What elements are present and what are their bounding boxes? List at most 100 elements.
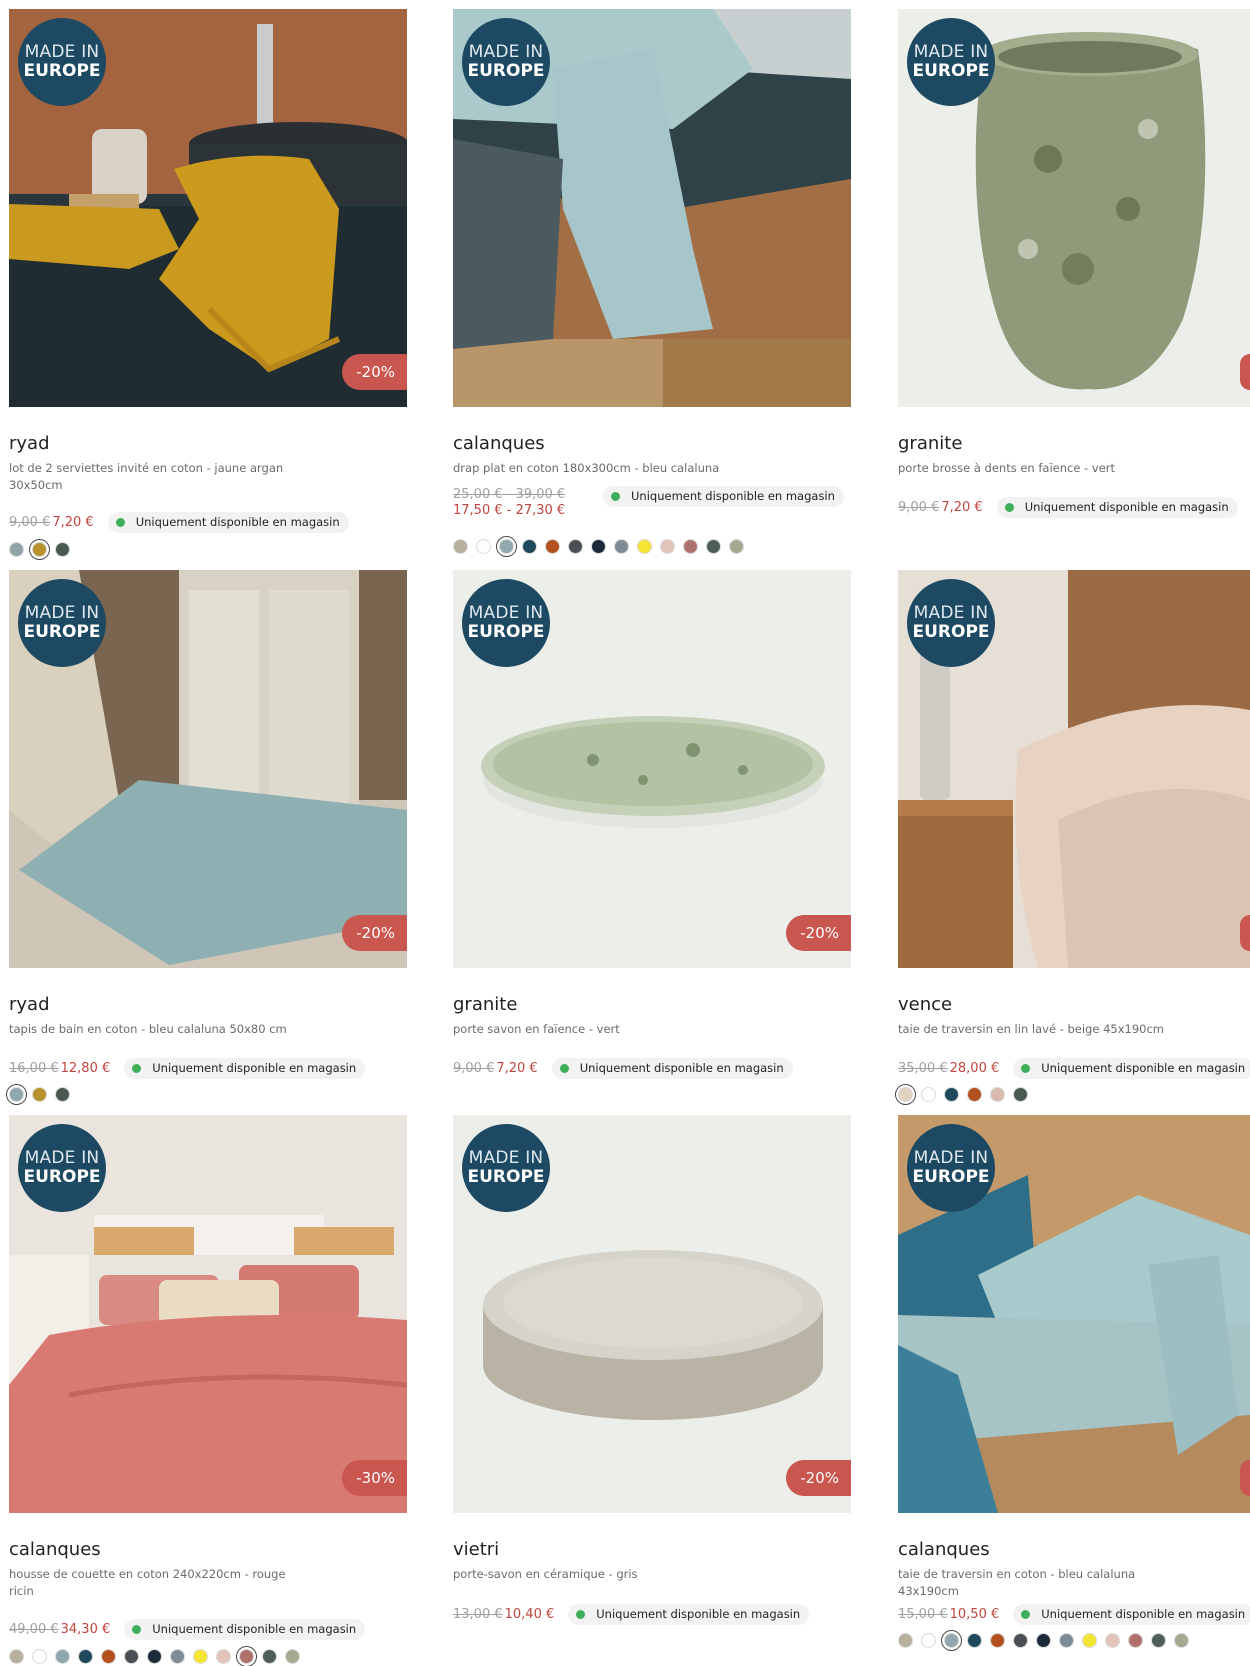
color-swatch[interactable] — [1013, 1633, 1028, 1648]
color-swatch[interactable] — [967, 1633, 982, 1648]
color-swatch[interactable] — [522, 539, 537, 554]
badge-line1: MADE IN — [913, 603, 989, 623]
status-dot-icon — [132, 1625, 142, 1634]
color-swatch[interactable] — [9, 1087, 24, 1102]
availability-text: Uniquement disponible en magasin — [1041, 1607, 1246, 1621]
color-swatch[interactable] — [239, 1649, 254, 1664]
color-swatch[interactable] — [990, 1633, 1005, 1648]
availability-text: Uniquement disponible en magasin — [135, 515, 340, 529]
product-description: lot de 2 serviettes invité en coton - ja… — [9, 460, 309, 494]
description-line: porte brosse à dents en faïence - vert — [898, 461, 1116, 475]
availability-text: Uniquement disponible en magasin — [631, 489, 835, 503]
color-swatches — [898, 1633, 1197, 1648]
color-swatch[interactable] — [9, 542, 24, 557]
product-card[interactable]: MADE IN EUROPE -20% granite porte savon … — [453, 570, 851, 1115]
product-card[interactable]: MADE IN EUROPE -30% calanques housse de … — [9, 1115, 407, 1666]
made-in-europe-badge: MADE IN EUROPE — [18, 579, 106, 667]
discount-badge: -20% — [786, 915, 851, 951]
color-swatch[interactable] — [476, 539, 491, 554]
color-swatch[interactable] — [32, 1087, 47, 1102]
product-card[interactable]: MADE IN EUROPE -20% ryad lot de 2 servie… — [9, 9, 407, 557]
color-swatch[interactable] — [921, 1633, 936, 1648]
color-swatch[interactable] — [545, 539, 560, 554]
description-line: porte savon en faïence - vert — [453, 1022, 620, 1036]
made-in-europe-badge: MADE IN EUROPE — [462, 18, 550, 106]
status-dot-icon — [611, 492, 620, 501]
badge-line1: MADE IN — [24, 42, 100, 62]
color-swatches — [9, 1087, 78, 1102]
product-name[interactable]: ryad — [9, 994, 50, 1015]
color-swatch[interactable] — [55, 542, 70, 557]
color-swatch[interactable] — [32, 1649, 47, 1664]
color-swatch[interactable] — [1105, 1633, 1120, 1648]
product-name[interactable]: calanques — [9, 1539, 101, 1560]
color-swatch[interactable] — [1128, 1633, 1143, 1648]
color-swatch[interactable] — [262, 1649, 277, 1664]
color-swatch[interactable] — [967, 1087, 982, 1102]
color-swatch[interactable] — [1174, 1633, 1189, 1648]
color-swatch[interactable] — [660, 539, 675, 554]
color-swatch[interactable] — [216, 1649, 231, 1664]
color-swatch[interactable] — [9, 1649, 24, 1664]
product-card[interactable]: MADE IN EUROPE calanques drap plat en co… — [453, 9, 851, 554]
color-swatch[interactable] — [1082, 1633, 1097, 1648]
price-row: 15,00 € 10,50 € Uniquement disponible en… — [898, 1604, 1250, 1625]
color-swatch[interactable] — [78, 1649, 93, 1664]
color-swatch[interactable] — [614, 539, 629, 554]
product-name[interactable]: vietri — [453, 1539, 499, 1560]
color-swatch[interactable] — [285, 1649, 300, 1664]
badge-line2: EUROPE — [912, 622, 990, 642]
color-swatch[interactable] — [101, 1649, 116, 1664]
color-swatch[interactable] — [1151, 1633, 1166, 1648]
color-swatch[interactable] — [990, 1087, 1005, 1102]
discount-badge: -20% — [342, 354, 407, 390]
product-name[interactable]: granite — [898, 433, 962, 454]
color-swatch[interactable] — [637, 539, 652, 554]
product-name[interactable]: ryad — [9, 433, 50, 454]
product-card[interactable]: MADE IN EUROPE -20% vietri porte-savon e… — [453, 1115, 851, 1666]
product-card[interactable]: MADE IN EUROPE calanques taie de travers… — [898, 1115, 1250, 1666]
status-dot-icon — [1021, 1064, 1031, 1073]
color-swatch[interactable] — [499, 539, 514, 554]
color-swatch[interactable] — [898, 1633, 913, 1648]
color-swatch[interactable] — [944, 1087, 959, 1102]
product-name[interactable]: granite — [453, 994, 517, 1015]
availability-text: Uniquement disponible en magasin — [596, 1607, 801, 1621]
color-swatch[interactable] — [944, 1633, 959, 1648]
new-price: 12,80 € — [60, 1061, 111, 1076]
color-swatch[interactable] — [453, 539, 468, 554]
color-swatch[interactable] — [568, 539, 583, 554]
product-name[interactable]: calanques — [898, 1539, 990, 1560]
color-swatch[interactable] — [921, 1087, 936, 1102]
color-swatch[interactable] — [683, 539, 698, 554]
color-swatch[interactable] — [55, 1087, 70, 1102]
color-swatch[interactable] — [729, 539, 744, 554]
product-description: housse de couette en coton 240x220cm - r… — [9, 1566, 309, 1600]
old-price: 49,00 € — [9, 1622, 59, 1637]
color-swatch[interactable] — [55, 1649, 70, 1664]
product-name[interactable]: vence — [898, 994, 952, 1015]
color-swatch[interactable] — [1013, 1087, 1028, 1102]
product-description: taie de traversin en coton - bleu calalu… — [898, 1566, 1198, 1600]
color-swatch[interactable] — [706, 539, 721, 554]
color-swatch[interactable] — [32, 542, 47, 557]
availability-badge: Uniquement disponible en magasin — [551, 1058, 793, 1079]
color-swatch[interactable] — [1036, 1633, 1051, 1648]
badge-line1: MADE IN — [24, 1148, 100, 1168]
description-line: housse de couette en coton 240x220cm - r… — [9, 1567, 286, 1581]
product-card[interactable]: MADE IN EUROPE granite porte brosse à de… — [898, 9, 1250, 554]
color-swatch[interactable] — [591, 539, 606, 554]
color-swatch[interactable] — [193, 1649, 208, 1664]
badge-line2: EUROPE — [912, 61, 990, 81]
old-price: 9,00 € — [453, 1061, 495, 1076]
discount-badge: -20% — [342, 915, 407, 951]
product-name[interactable]: calanques — [453, 433, 545, 454]
color-swatch[interactable] — [124, 1649, 139, 1664]
color-swatch[interactable] — [1059, 1633, 1074, 1648]
product-card[interactable]: MADE IN EUROPE -20% ryad tapis de bain e… — [9, 570, 407, 1115]
product-card[interactable]: MADE IN EUROPE vence taie de traversin e… — [898, 570, 1250, 1115]
color-swatches — [453, 539, 752, 554]
color-swatch[interactable] — [170, 1649, 185, 1664]
color-swatch[interactable] — [147, 1649, 162, 1664]
color-swatch[interactable] — [898, 1087, 913, 1102]
